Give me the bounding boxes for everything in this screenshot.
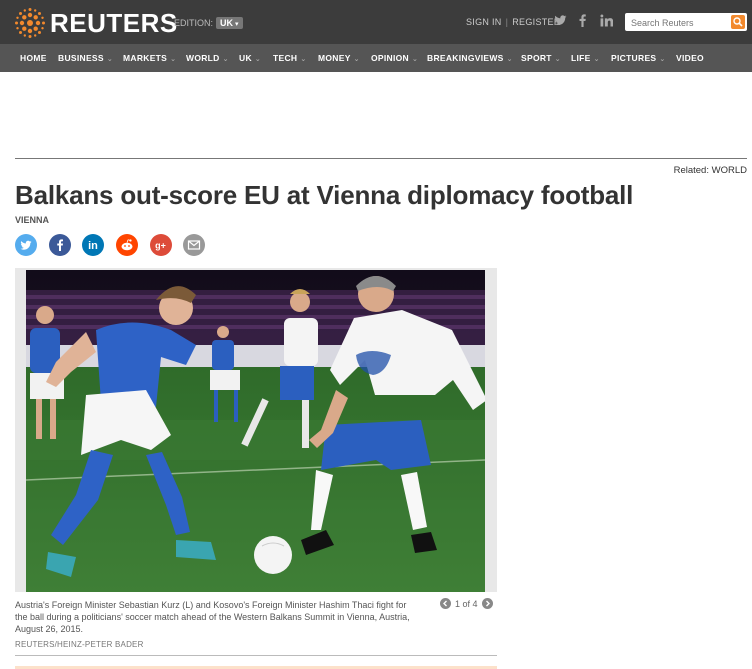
chevron-down-icon: ⌄: [254, 56, 262, 63]
search-button[interactable]: [731, 15, 745, 29]
share-google-plus-button[interactable]: g+: [150, 234, 172, 256]
pager-count: 1 of 4: [455, 598, 478, 609]
linkedin-icon: in: [88, 240, 98, 252]
facebook-icon: [57, 239, 63, 251]
linkedin-icon[interactable]: [600, 14, 613, 27]
chevron-down-icon: ⌄: [412, 56, 419, 63]
article-photo[interactable]: [26, 270, 485, 592]
nav-item-video[interactable]: VIDEO: [676, 53, 704, 63]
main-nav: HOME BUSINESS ⌄ MARKETS ⌄ WORLD ⌄ UK ⌄ TECH ⌄…: [0, 44, 752, 72]
chevron-down-icon: ⌄: [659, 56, 666, 63]
edition-value: UK: [220, 18, 234, 28]
search-input[interactable]: [625, 14, 725, 32]
divider: [15, 158, 747, 159]
nav-label: BREAKINGVIEWS: [427, 53, 504, 63]
nav-item-uk[interactable]: UK ⌄: [239, 53, 261, 63]
nav-label: OPINION: [371, 53, 409, 63]
share-email-button[interactable]: [183, 234, 205, 256]
nav-label: TECH: [273, 53, 298, 63]
nav-label: WORLD: [186, 53, 220, 63]
nav-item-world[interactable]: WORLD ⌄: [186, 53, 229, 63]
nav-label: LIFE: [571, 53, 591, 63]
nav-label: VIDEO: [676, 53, 704, 63]
share-reddit-button[interactable]: [116, 234, 138, 256]
chevron-down-icon: ⌄: [170, 56, 177, 63]
nav-item-sport[interactable]: SPORT ⌄: [521, 53, 561, 63]
top-bar: REUTERS EDITION: UK ▾ SIGN IN | REGISTER: [0, 0, 752, 44]
nav-item-home[interactable]: HOME: [20, 53, 47, 63]
email-icon: [187, 240, 201, 250]
reuters-logo-icon: [15, 8, 45, 38]
chevron-down-icon: ⌄: [593, 56, 600, 63]
nav-label: MARKETS: [123, 53, 168, 63]
search-box: [625, 13, 747, 32]
nav-label: PICTURES: [611, 53, 657, 63]
nav-label: MONEY: [318, 53, 351, 63]
photo-caption: Austria's Foreign Minister Sebastian Kur…: [15, 600, 410, 634]
nav-item-markets[interactable]: MARKETS ⌄: [123, 53, 176, 63]
chevron-down-icon: ⌄: [222, 56, 229, 63]
twitter-icon: [20, 240, 32, 250]
nav-item-tech[interactable]: TECH ⌄: [273, 53, 307, 63]
photo-credit: REUTERS/HEINZ-PETER BADER: [15, 640, 144, 649]
chevron-down-icon: ⌄: [353, 56, 360, 63]
share-facebook-button[interactable]: [49, 234, 71, 256]
divider: [15, 655, 497, 656]
account-links: SIGN IN | REGISTER: [466, 17, 561, 27]
nav-item-money[interactable]: MONEY ⌄: [318, 53, 360, 63]
edition-label: EDITION:: [174, 18, 214, 28]
chevron-right-icon: [485, 600, 490, 607]
edition-badge[interactable]: UK ▾: [216, 17, 243, 29]
search-icon: [733, 17, 743, 27]
chevron-down-icon: ⌄: [300, 56, 307, 63]
reddit-icon: [121, 239, 133, 251]
chevron-down-icon: ⌄: [506, 56, 513, 63]
nav-label: BUSINESS: [58, 53, 104, 63]
related-label: Related:: [673, 165, 709, 176]
nav-label: SPORT: [521, 53, 552, 63]
nav-item-breakingviews[interactable]: BREAKINGVIEWS ⌄: [427, 53, 513, 63]
chevron-down-icon: ⌄: [106, 56, 114, 63]
twitter-icon[interactable]: [554, 14, 567, 27]
photo-pager: 1 of 4: [440, 598, 493, 609]
football-photo: [26, 270, 485, 592]
facebook-icon[interactable]: [578, 14, 587, 27]
next-photo-button[interactable]: [481, 598, 493, 609]
sign-in-link[interactable]: SIGN IN: [466, 17, 502, 27]
previous-photo-button[interactable]: [440, 598, 451, 609]
chevron-down-icon: ⌄: [554, 56, 561, 63]
chevron-left-icon: [443, 600, 447, 607]
related-link[interactable]: WORLD: [712, 165, 747, 176]
related-section: Related: WORLD: [674, 165, 747, 176]
brand-name: REUTERS: [50, 7, 178, 38]
nav-label: UK: [239, 53, 252, 63]
nav-label: HOME: [20, 53, 47, 63]
share-linkedin-button[interactable]: in: [82, 234, 104, 256]
svg-text:g+: g+: [155, 241, 166, 251]
nav-item-business[interactable]: BUSINESS ⌄: [58, 53, 113, 63]
nav-item-pictures[interactable]: PICTURES ⌄: [611, 53, 666, 63]
google-plus-icon: g+: [155, 241, 166, 251]
nav-item-life[interactable]: LIFE ⌄: [571, 53, 600, 63]
share-twitter-button[interactable]: [15, 234, 37, 256]
dateline: VIENNA: [15, 215, 50, 225]
article-headline: Balkans out-score EU at Vienna diplomacy…: [15, 180, 634, 210]
nav-item-opinion[interactable]: OPINION ⌄: [371, 53, 418, 63]
edition-selector[interactable]: EDITION: UK ▾: [174, 17, 243, 29]
caret-down-icon: ▾: [235, 21, 239, 28]
link-separator: |: [505, 17, 509, 27]
svg-text:in: in: [88, 240, 98, 252]
reuters-logo[interactable]: REUTERS: [14, 7, 178, 39]
